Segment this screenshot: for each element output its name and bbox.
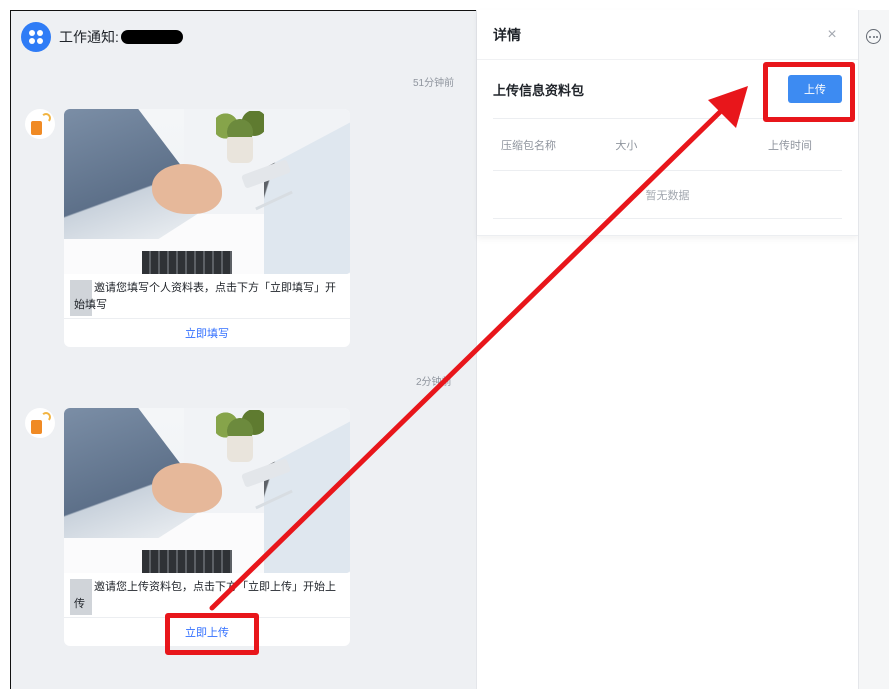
detail-header: 详情 × (477, 10, 858, 60)
message-card: 邀请您上传资料包，点击下方「立即上传」开始上传 立即上传 (64, 408, 350, 646)
message-timestamp: 2分钟前 (416, 377, 452, 388)
chat-pane: 工作通知: 51分钟前 邀请您填写个人资料表，点击下方「立即填写」开始填写 立即… (10, 10, 476, 689)
app-window: 工作通知: 51分钟前 邀请您填写个人资料表，点击下方「立即填写」开始填写 立即… (0, 0, 889, 689)
more-icon[interactable] (866, 29, 881, 44)
card-image (64, 109, 350, 274)
flower-logo-icon (21, 22, 51, 52)
highlight-box-upload (763, 62, 855, 122)
redacted-name (120, 30, 183, 44)
message-card: 邀请您填写个人资料表，点击下方「立即填写」开始填写 立即填写 (64, 109, 350, 347)
package-table: 压缩包名称 大小 上传时间 暂无数据 (493, 118, 842, 219)
chat-title: 工作通知: (59, 27, 183, 47)
card-image (64, 408, 350, 573)
document-avatar-icon (25, 109, 55, 139)
card-message-text: 邀请您填写个人资料表，点击下方「立即填写」开始填写 (74, 282, 336, 311)
package-title: 上传信息资料包 (493, 82, 585, 98)
column-header-time: 上传时间 (767, 139, 812, 152)
highlight-box-upload-now (165, 613, 259, 655)
card-message: 邀请您填写个人资料表，点击下方「立即填写」开始填写 (64, 274, 350, 318)
document-avatar-icon (25, 408, 55, 438)
chat-title-text: 工作通知: (59, 29, 119, 45)
empty-state: 暂无数据 (493, 171, 842, 219)
side-toolbar (858, 10, 889, 689)
close-icon[interactable]: × (822, 26, 842, 44)
table-header: 压缩包名称 大小 上传时间 (493, 119, 842, 171)
column-header-size: 大小 (615, 139, 638, 152)
card-message: 邀请您上传资料包，点击下方「立即上传」开始上传 (64, 573, 350, 617)
card-message-text: 邀请您上传资料包，点击下方「立即上传」开始上传 (74, 581, 336, 610)
detail-title: 详情 (493, 26, 521, 43)
chat-header: 工作通知: (11, 11, 476, 63)
column-header-name: 压缩包名称 (501, 139, 556, 152)
fill-now-button[interactable]: 立即填写 (64, 319, 350, 347)
message-timestamp: 51分钟前 (413, 78, 455, 89)
